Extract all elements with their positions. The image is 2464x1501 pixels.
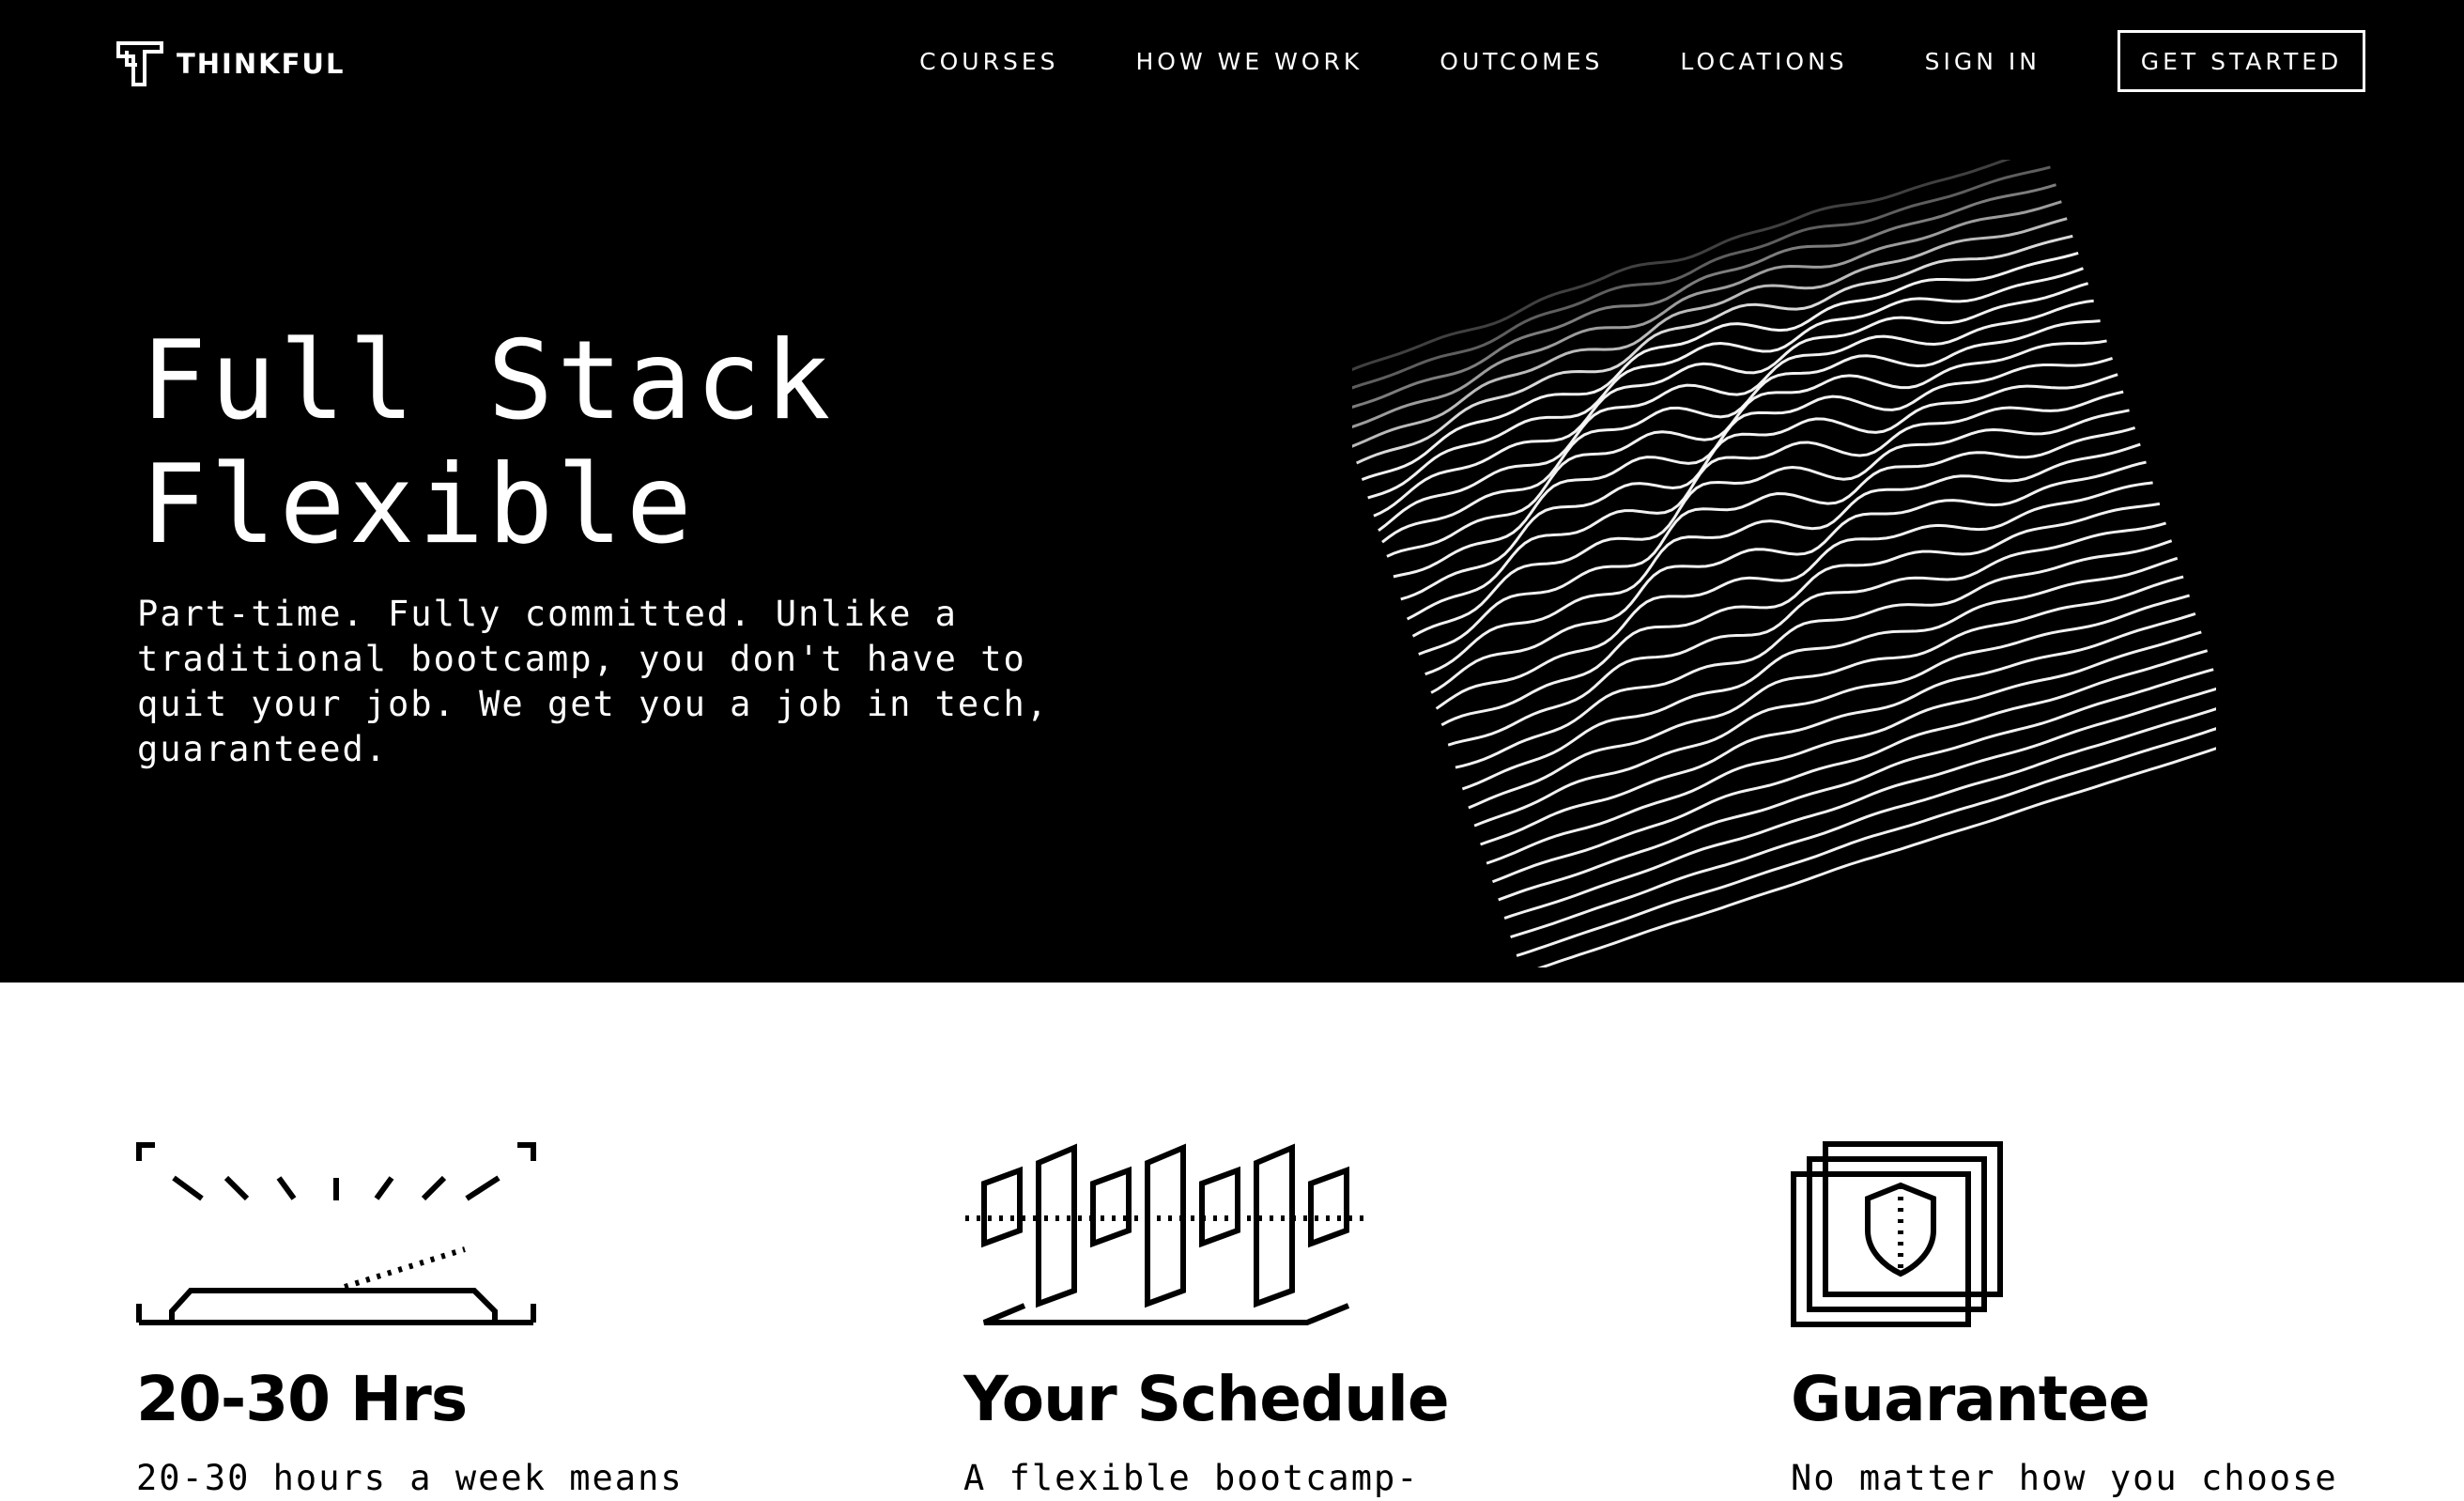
feature-title: Guarantee — [1791, 1363, 2150, 1435]
brand-logo[interactable]: THINKFUL — [116, 41, 345, 86]
wave-line — [1400, 373, 2118, 601]
wave-line — [1468, 575, 2184, 810]
feature-schedule: Your Schedule A flexible bootcamp- — [963, 1137, 1809, 1498]
nav-locations[interactable]: LOCATIONS — [1680, 48, 1847, 75]
wave-line — [1361, 252, 2079, 481]
wave-line — [1430, 460, 2147, 694]
feature-text: A flexible bootcamp- — [963, 1458, 1420, 1498]
wave-line — [1455, 539, 2173, 769]
main-nav: COURSES HOW WE WORK OUTCOMES LOCATIONS S… — [919, 27, 2464, 95]
wave-line — [1352, 183, 2056, 413]
wave-lines-illustration — [1352, 160, 2216, 967]
wave-line — [1373, 282, 2089, 518]
sunrise-desk-icon — [136, 1142, 536, 1325]
hero-subtitle: Part-time. Fully committed. Unlike a tra… — [137, 592, 1076, 772]
hero-subtitle-line: quit your job. We get you a job in tech, — [137, 684, 1050, 724]
wave-line — [1435, 481, 2153, 710]
hero-title-line-1: Full Stack — [141, 317, 835, 444]
feature-title: 20-30 Hrs — [136, 1363, 468, 1435]
feature-text: 20-30 hours a week means — [136, 1458, 684, 1498]
wave-line — [1418, 426, 2136, 656]
nav-courses[interactable]: COURSES — [919, 48, 1058, 75]
wave-line — [1393, 357, 2114, 579]
wave-line — [1491, 649, 2209, 884]
hero-section: THINKFUL COURSES HOW WE WORK OUTCOMES LO… — [0, 0, 2464, 983]
calendar-bars-icon — [965, 1143, 1367, 1325]
feature-text: No matter how you choose — [1791, 1458, 2338, 1498]
hero-subtitle-line: traditional bootcamp, you don't have to — [137, 639, 1026, 679]
get-started-button[interactable]: GET STARTED — [2118, 30, 2365, 92]
nav-how-we-work[interactable]: HOW WE WORK — [1135, 48, 1363, 75]
hero-title-line-2: Flexible — [141, 441, 696, 568]
wave-line — [1521, 740, 2216, 967]
nav-sign-in[interactable]: SIGN IN — [1925, 48, 2040, 75]
feature-guarantee: Guarantee No matter how you choose — [1791, 1137, 2464, 1498]
hero-title: Full Stack Flexible — [141, 319, 1174, 567]
wave-line — [1503, 686, 2216, 920]
nav-outcomes[interactable]: OUTCOMES — [1440, 48, 1603, 75]
wave-line — [1352, 200, 2062, 431]
feature-title: Your Schedule — [963, 1363, 1450, 1435]
feature-hours: 20-30 Hrs 20-30 hours a week means — [136, 1137, 981, 1498]
shield-guarantee-icon — [1791, 1141, 2003, 1327]
brand-name: THINKFUL — [177, 47, 346, 80]
thinkful-t-icon — [116, 41, 163, 86]
hero-subtitle-line: guaranteed. — [137, 729, 389, 769]
wave-line — [1381, 319, 2101, 544]
hero-subtitle-line: Part-time. Fully committed. Unlike a — [137, 594, 958, 634]
wave-line — [1461, 556, 2179, 791]
